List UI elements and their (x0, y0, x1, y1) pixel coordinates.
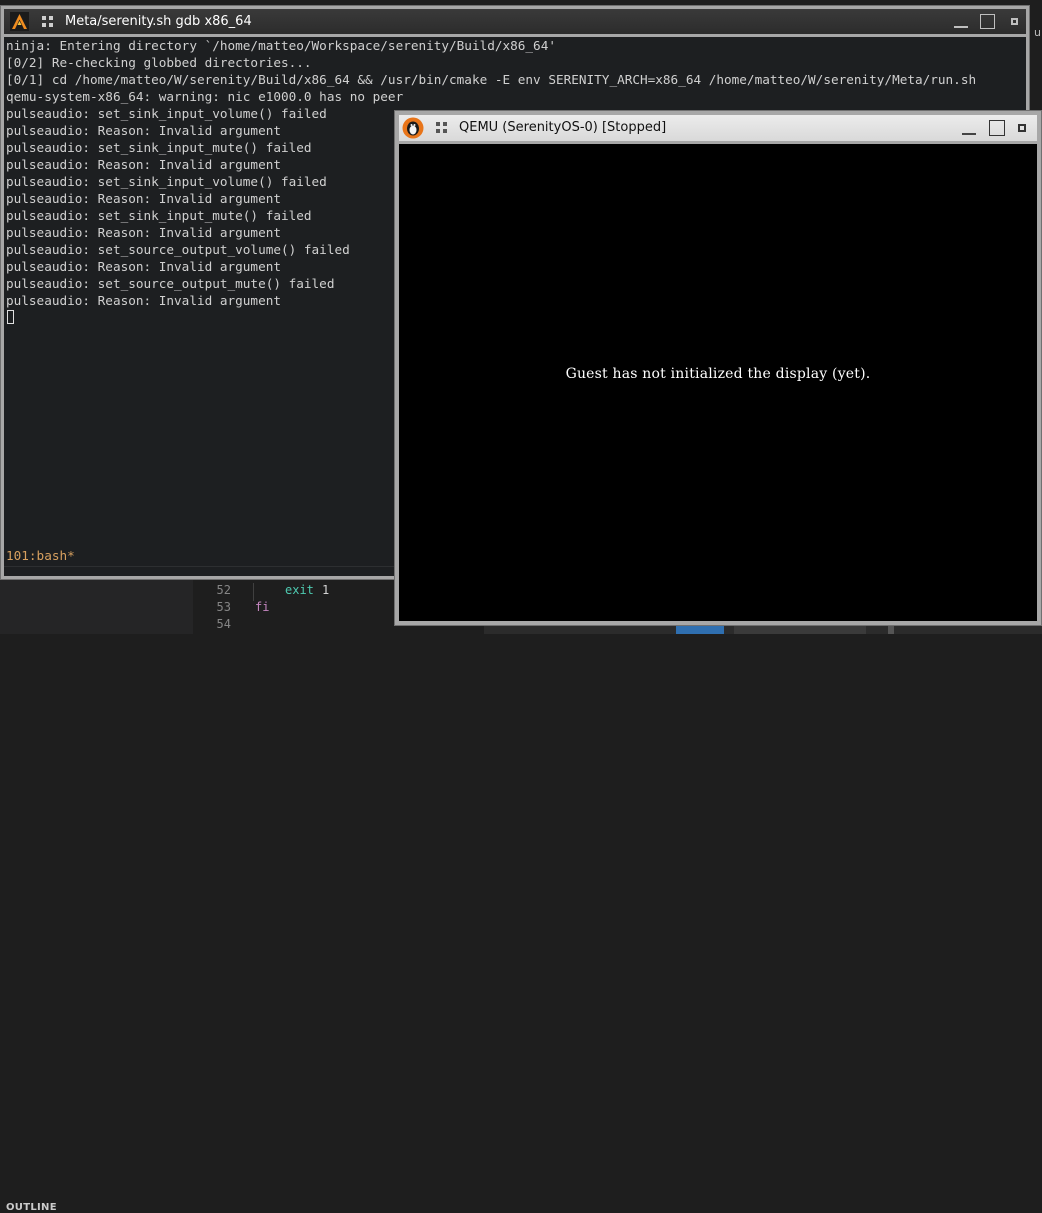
maximize-icon[interactable] (980, 14, 995, 29)
maximize-icon[interactable] (989, 120, 1005, 136)
guest-display-message: Guest has not initialized the display (y… (565, 366, 871, 382)
terminal-line: pulseaudio: Reason: Invalid argument (6, 191, 281, 206)
editor-code-area[interactable]: 52 53 54 exit 1 fi (193, 578, 398, 634)
terminal-line: pulseaudio: set_sink_input_mute() failed (6, 140, 312, 155)
code-keyword-exit: exit (285, 583, 314, 597)
close-icon[interactable] (1018, 124, 1026, 132)
terminal-line: pulseaudio: Reason: Invalid argument (6, 293, 281, 308)
terminal-line: pulseaudio: Reason: Invalid argument (6, 123, 281, 138)
terminal-line: pulseaudio: Reason: Invalid argument (6, 225, 281, 240)
terminal-line: pulseaudio: set_sink_input_mute() failed (6, 208, 312, 223)
status-chip[interactable] (734, 626, 866, 634)
terminal-titlebar[interactable]: Meta/serenity.sh gdb x86_64 (4, 9, 1026, 34)
terminal-line: [0/2] Re-checking globbed directories... (6, 55, 312, 70)
qemu-titlebar[interactable]: QEMU (SerenityOS-0) [Stopped] (399, 115, 1037, 141)
outline-section-label[interactable]: OUTLINE (6, 1202, 57, 1213)
terminal-cursor (7, 310, 14, 324)
qemu-title: QEMU (SerenityOS-0) [Stopped] (459, 120, 667, 135)
qemu-icon[interactable] (402, 117, 424, 139)
tmux-status-window[interactable]: 101:bash* (6, 548, 75, 563)
terminal-line: pulseaudio: set_source_output_volume() f… (6, 242, 350, 257)
status-chip[interactable] (676, 626, 724, 634)
alacritty-icon[interactable] (10, 12, 29, 31)
minimize-icon[interactable] (954, 26, 968, 28)
terminal-line: pulseaudio: set_sink_input_volume() fail… (6, 174, 327, 189)
line-number: 53 (216, 600, 231, 614)
editor-sidebar: OUTLINE (0, 578, 193, 1213)
close-icon[interactable] (1011, 18, 1018, 25)
line-number: 52 (216, 583, 231, 597)
terminal-title: Meta/serenity.sh gdb x86_64 (65, 14, 252, 29)
terminal-line: pulseaudio: Reason: Invalid argument (6, 259, 281, 274)
editor-clipped-text: u (1034, 26, 1041, 39)
editor-status-bar (484, 626, 1042, 634)
terminal-line: pulseaudio: Reason: Invalid argument (6, 157, 281, 172)
qemu-window[interactable]: QEMU (SerenityOS-0) [Stopped] Guest has … (394, 110, 1042, 626)
terminal-line: pulseaudio: set_source_output_mute() fai… (6, 276, 335, 291)
line-number: 54 (216, 617, 231, 631)
terminal-line: pulseaudio: set_sink_input_volume() fail… (6, 106, 327, 121)
move-grip-icon[interactable] (42, 16, 54, 28)
move-grip-icon[interactable] (436, 122, 448, 134)
terminal-line: ninja: Entering directory `/home/matteo/… (6, 38, 556, 53)
minimize-icon[interactable] (962, 133, 976, 135)
code-exit-arg: 1 (322, 583, 330, 597)
terminal-line: qemu-system-x86_64: warning: nic e1000.0… (6, 89, 404, 104)
status-divider (888, 626, 894, 634)
qemu-display[interactable]: Guest has not initialized the display (y… (399, 144, 1037, 621)
terminal-line: [0/1] cd /home/matteo/W/serenity/Build/x… (6, 72, 977, 87)
code-keyword-fi: fi (255, 600, 270, 614)
indent-guide (253, 583, 254, 601)
